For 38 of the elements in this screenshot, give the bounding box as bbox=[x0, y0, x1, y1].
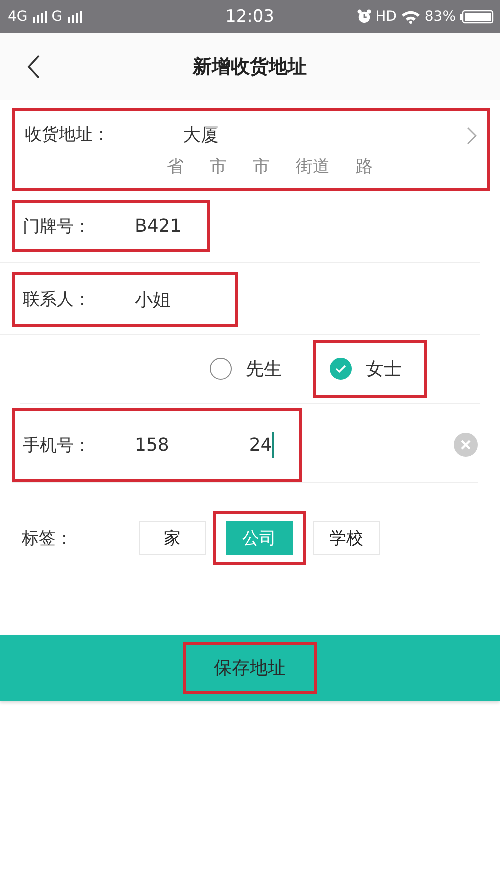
radio-button[interactable] bbox=[330, 358, 352, 380]
alarm-icon bbox=[356, 9, 372, 24]
field-label: 收货地址： bbox=[25, 124, 111, 146]
network-label: G bbox=[52, 8, 63, 24]
input-field[interactable]: B421 bbox=[135, 216, 182, 236]
chevron-right-icon[interactable] bbox=[467, 127, 477, 145]
phone-digits[interactable]: 158 bbox=[135, 434, 170, 456]
address-detail: 街道 bbox=[296, 156, 330, 178]
field-label: 门牌号： bbox=[23, 216, 92, 238]
input-field[interactable]: 小姐 bbox=[135, 288, 171, 312]
signal-icon bbox=[66, 10, 83, 22]
back-icon[interactable] bbox=[26, 54, 42, 80]
network-label: 4G bbox=[8, 8, 28, 24]
battery-percent: 83% bbox=[424, 8, 456, 24]
address-detail: 市 bbox=[253, 156, 270, 178]
save-button[interactable]: 保存地址 bbox=[0, 635, 500, 701]
hd-label: HD bbox=[376, 8, 397, 24]
field-label: 标签： bbox=[22, 528, 74, 550]
radio-label: 女士 bbox=[366, 358, 402, 381]
address-detail: 路 bbox=[356, 156, 373, 178]
text-cursor bbox=[272, 432, 274, 458]
tag-button[interactable]: 学校 bbox=[313, 521, 380, 555]
radio-label: 先生 bbox=[246, 358, 282, 381]
field-label: 联系人： bbox=[23, 289, 92, 311]
signal-icon bbox=[32, 10, 48, 22]
check-icon bbox=[335, 364, 347, 374]
page-title: 新增收货地址 bbox=[193, 54, 307, 80]
field-label: 手机号： bbox=[23, 434, 92, 456]
clock: 12:03 bbox=[226, 6, 274, 26]
tag-button[interactable]: 家 bbox=[139, 521, 206, 555]
clear-icon[interactable] bbox=[454, 433, 478, 457]
address-value[interactable]: 大厦 bbox=[145, 123, 467, 147]
address-detail: 市 bbox=[210, 156, 227, 178]
radio-button[interactable] bbox=[210, 358, 232, 380]
battery-icon bbox=[460, 10, 494, 24]
wifi-icon bbox=[400, 10, 421, 24]
phone-digits[interactable]: 24 bbox=[249, 434, 272, 456]
address-detail: 省 bbox=[167, 156, 184, 178]
